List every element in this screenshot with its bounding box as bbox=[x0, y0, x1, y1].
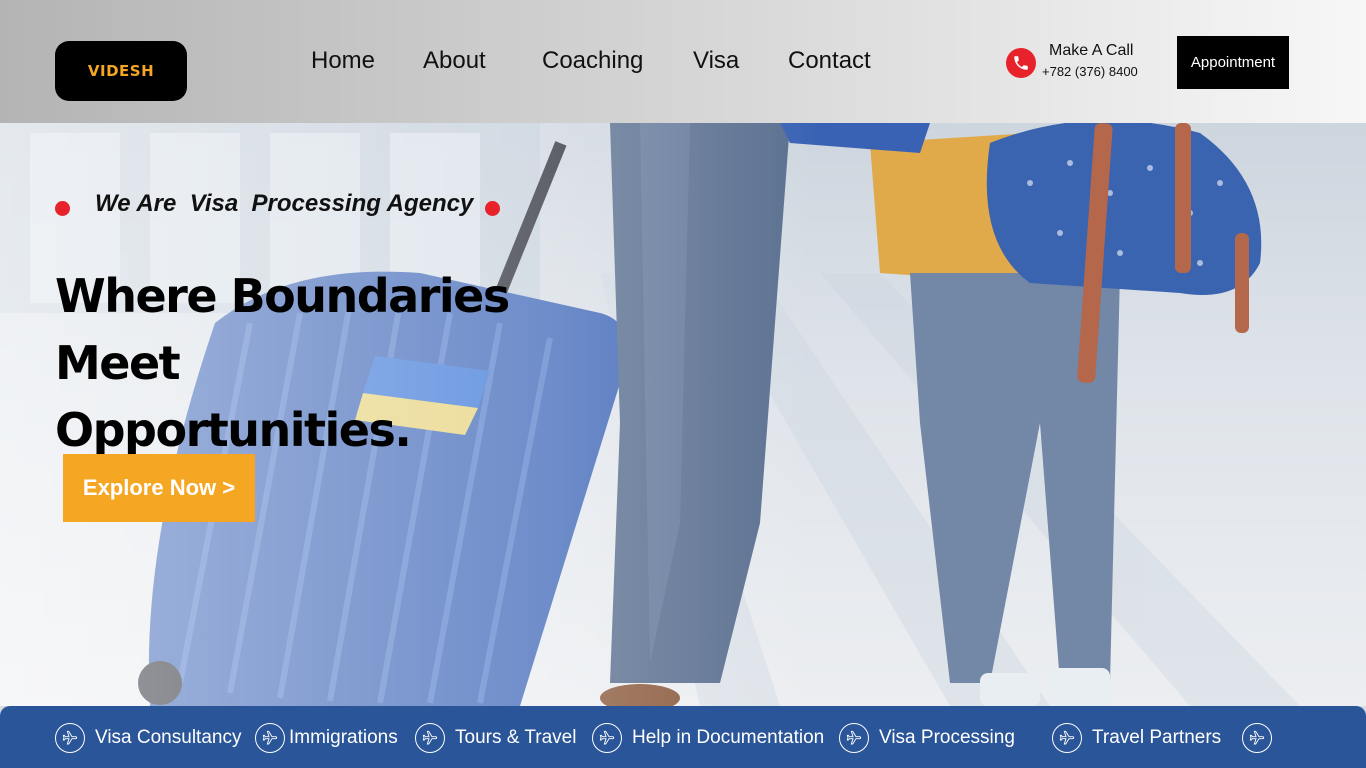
brand-logo-text: VIDESH bbox=[87, 62, 155, 80]
nav-about[interactable]: About bbox=[423, 47, 486, 75]
service-tours-travel[interactable]: Tours & Travel bbox=[415, 723, 576, 753]
site-header: VIDESH Home About Coaching Visa Contact … bbox=[0, 0, 1366, 123]
appointment-button[interactable]: Appointment bbox=[1177, 36, 1289, 89]
nav-coaching[interactable]: Coaching bbox=[542, 47, 643, 75]
nav-visa[interactable]: Visa bbox=[693, 47, 739, 75]
service-label: Tours & Travel bbox=[455, 727, 577, 748]
airplane-icon bbox=[1052, 723, 1082, 753]
airplane-icon bbox=[55, 723, 85, 753]
explore-now-button[interactable]: Explore Now > bbox=[63, 454, 255, 522]
service-label: Visa Processing bbox=[879, 727, 1015, 748]
services-bar: Visa Consultancy Immigrations Tours & Tr… bbox=[0, 706, 1366, 768]
airplane-icon bbox=[592, 723, 622, 753]
tagline-dot-left bbox=[55, 201, 70, 216]
service-immigrations[interactable]: Immigrations bbox=[255, 723, 398, 753]
airplane-icon bbox=[415, 723, 445, 753]
tagline-dot-right bbox=[485, 201, 500, 216]
brand-logo[interactable]: VIDESH bbox=[55, 41, 187, 101]
service-help-documentation[interactable]: Help in Documentation bbox=[592, 723, 824, 753]
nav-contact[interactable]: Contact bbox=[788, 47, 871, 75]
airplane-icon bbox=[839, 723, 869, 753]
service-travel-partners[interactable]: Travel Partners bbox=[1052, 723, 1221, 753]
airplane-icon bbox=[255, 723, 285, 753]
hero-tagline: We Are Visa Processing Agency bbox=[95, 190, 474, 217]
call-phone-number[interactable]: +782 (376) 8400 bbox=[1042, 64, 1138, 79]
service-visa-consultancy[interactable]: Visa Consultancy bbox=[55, 723, 241, 753]
service-more[interactable] bbox=[1242, 723, 1272, 753]
phone-icon[interactable] bbox=[1006, 48, 1036, 78]
service-visa-processing[interactable]: Visa Processing bbox=[839, 723, 1015, 753]
hero-headline-line1: Where Boundaries Meet bbox=[55, 269, 510, 390]
service-label: Travel Partners bbox=[1092, 727, 1222, 748]
nav-home[interactable]: Home bbox=[311, 47, 375, 75]
service-label: Immigrations bbox=[289, 727, 398, 748]
call-title: Make A Call bbox=[1049, 42, 1134, 59]
hero-section: We Are Visa Processing Agency Where Boun… bbox=[0, 123, 1366, 706]
service-label: Visa Consultancy bbox=[95, 727, 242, 748]
hero-headline: Where Boundaries Meet Opportunities. bbox=[55, 263, 615, 464]
airplane-icon bbox=[1242, 723, 1272, 753]
service-label: Help in Documentation bbox=[632, 727, 825, 748]
